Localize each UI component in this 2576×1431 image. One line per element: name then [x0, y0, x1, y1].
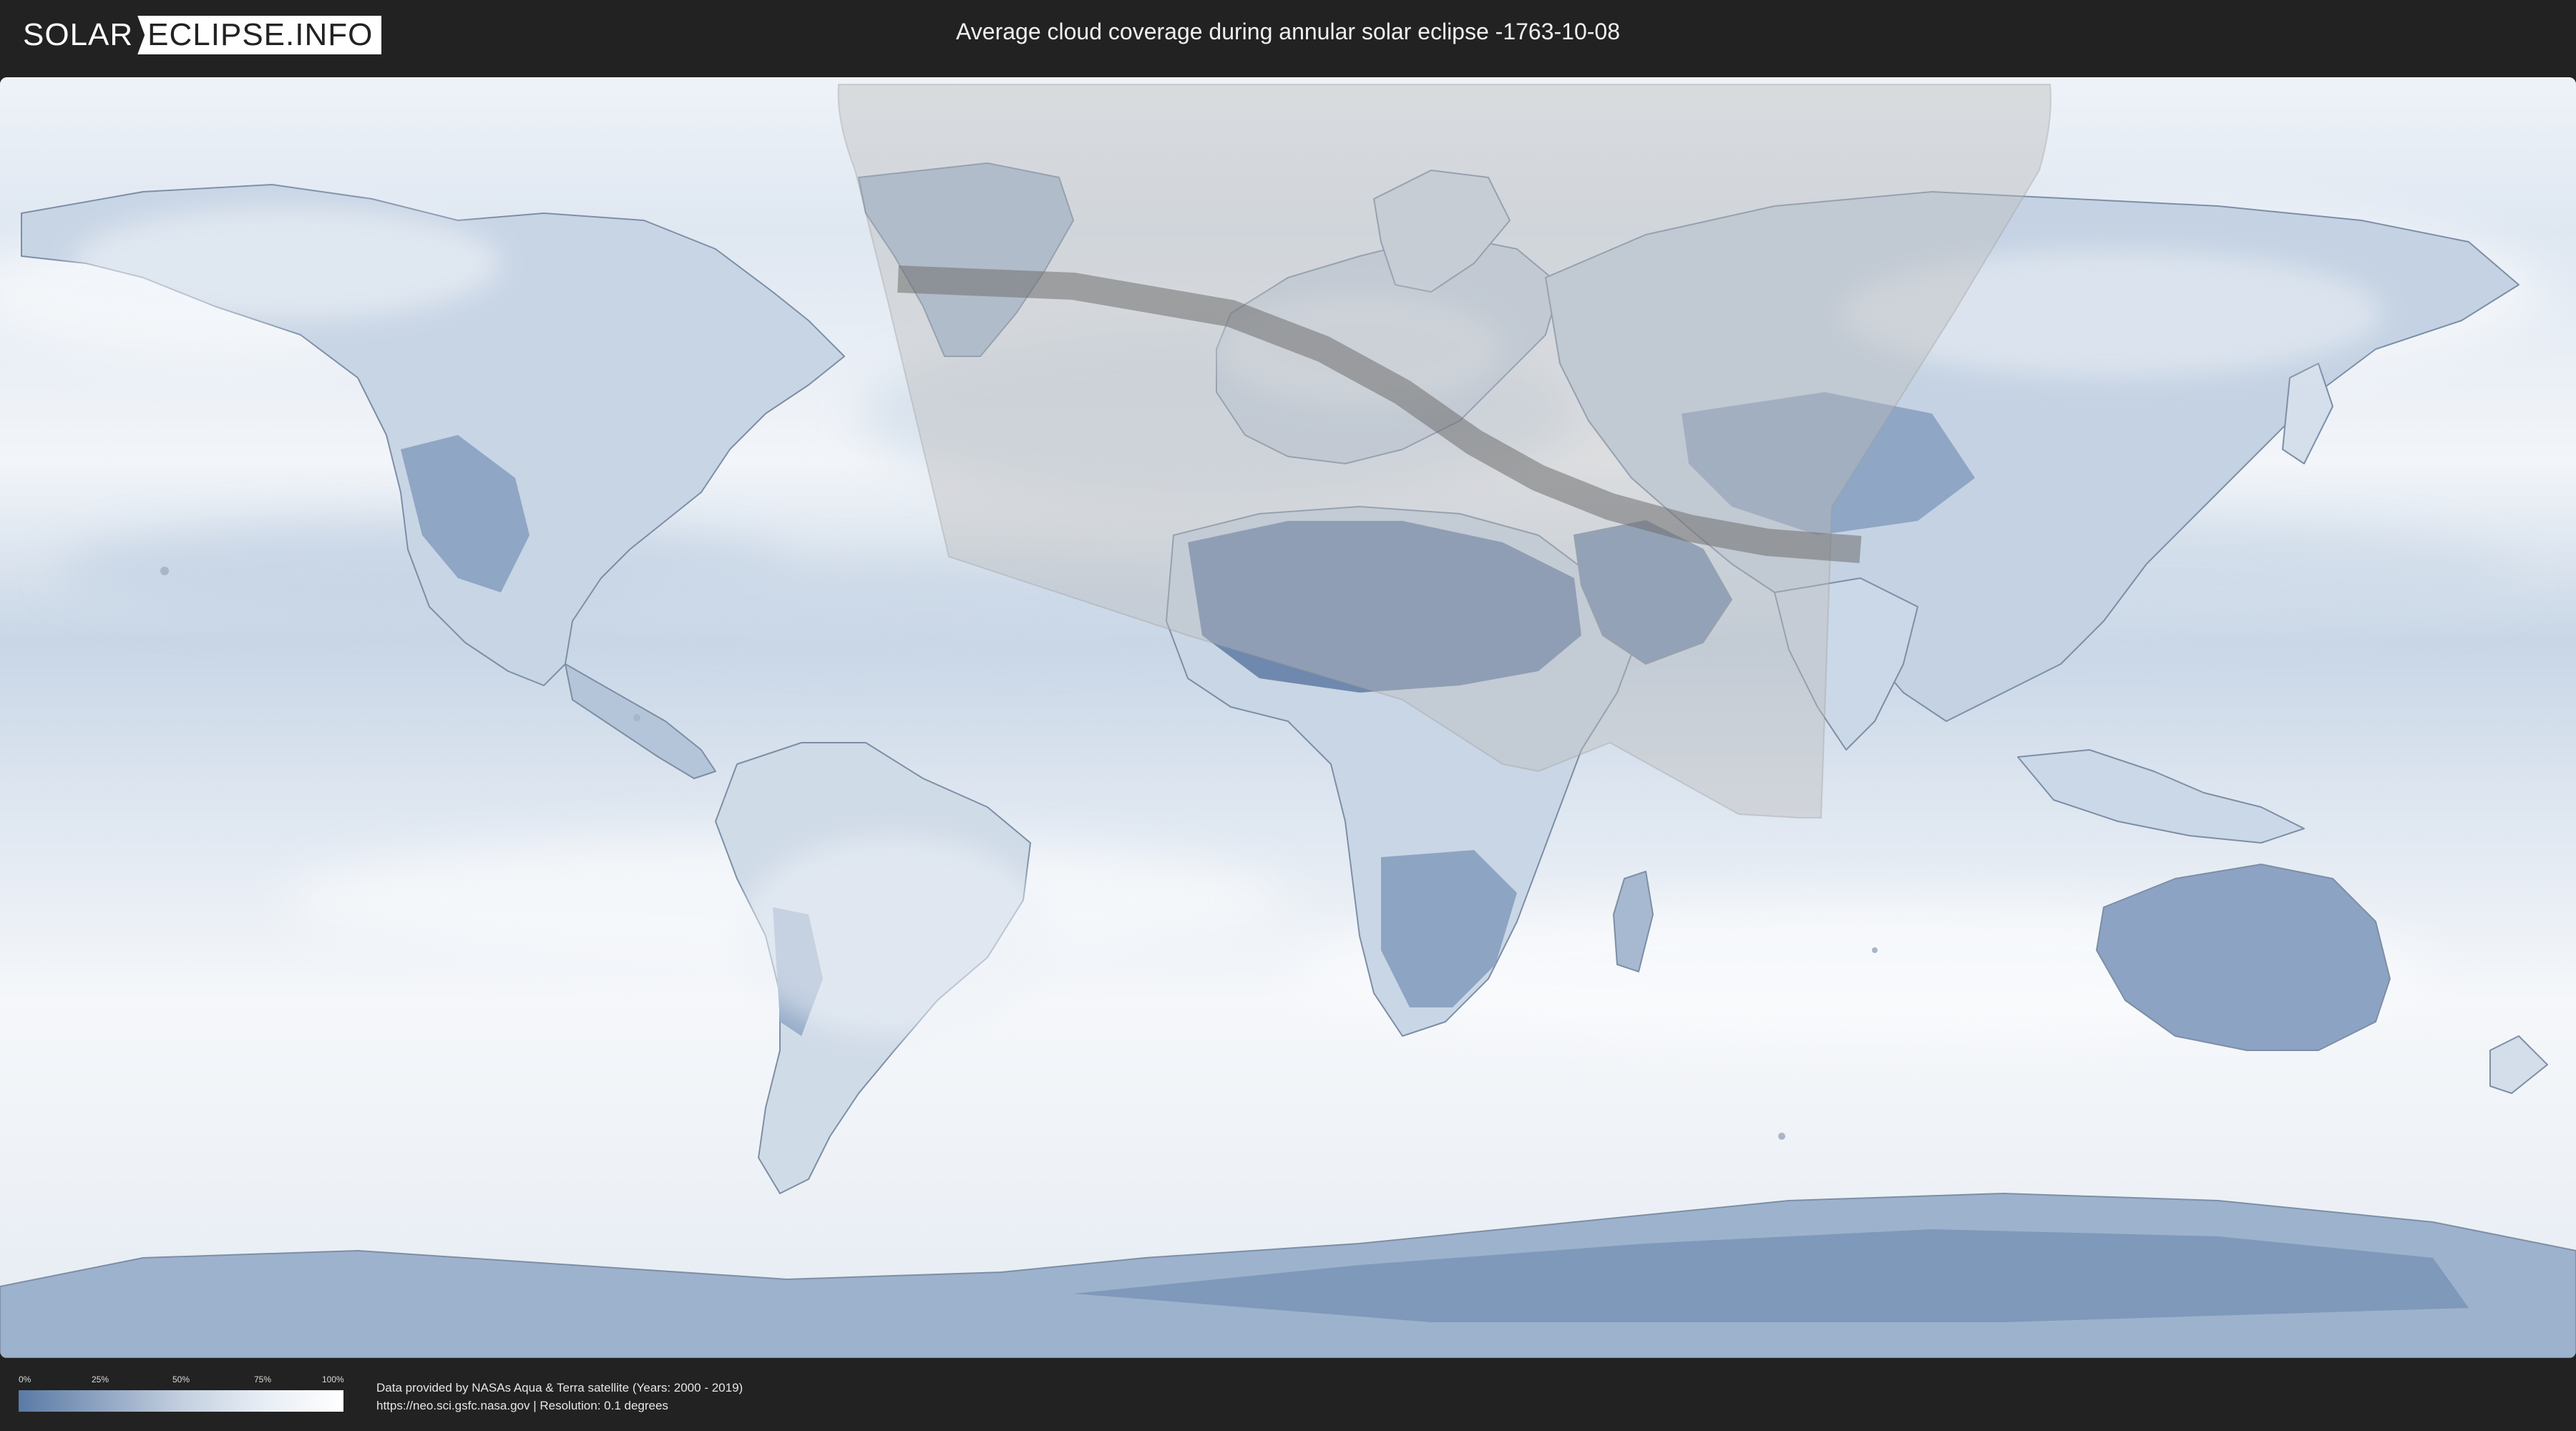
legend-tick-75: 75% [254, 1374, 272, 1384]
legend-color-bar [19, 1390, 343, 1412]
cloud-coverage-legend: 0% 25% 50% 75% 100% [19, 1374, 345, 1412]
credit-line-source: Data provided by NASAs Aqua & Terra sate… [376, 1381, 743, 1395]
data-credit: Data provided by NASAs Aqua & Terra sate… [376, 1379, 743, 1415]
page-title: Average cloud coverage during annular so… [956, 19, 1620, 44]
cloud-coverage-map[interactable] [0, 77, 2576, 1358]
legend-tick-25: 25% [92, 1374, 109, 1384]
legend-ticks: 0% 25% 50% 75% 100% [19, 1374, 345, 1386]
credit-line-url[interactable]: https://neo.sci.gsfc.nasa.gov | Resoluti… [376, 1397, 743, 1415]
legend-tick-100: 100% [322, 1374, 344, 1384]
header-bar: SOLAR ECLIPSE.INFO Average cloud coverag… [0, 0, 2576, 72]
legend-tick-0: 0% [19, 1374, 31, 1384]
legend-tick-50: 50% [172, 1374, 190, 1384]
